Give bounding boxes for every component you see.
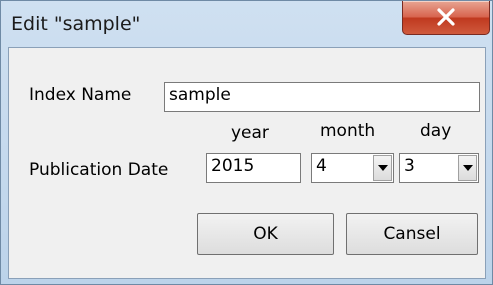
close-button[interactable]: [402, 1, 490, 35]
dialog-title: Edit "sample": [11, 13, 141, 35]
edit-dialog: Edit "sample" Index Name sample year mon…: [0, 0, 493, 285]
cancel-button[interactable]: Cansel: [346, 213, 478, 255]
year-input[interactable]: 2015: [206, 153, 301, 183]
day-header: day: [420, 121, 452, 141]
day-select-value: 3: [404, 156, 415, 176]
chevron-down-icon: [378, 165, 388, 171]
month-select-value: 4: [316, 156, 327, 176]
dialog-body: Index Name sample year month day Publica…: [8, 47, 486, 279]
publication-date-label: Publication Date: [29, 160, 169, 180]
month-header: month: [320, 121, 376, 141]
month-dropdown-button[interactable]: [373, 155, 392, 181]
close-icon: [437, 8, 455, 26]
ok-button[interactable]: OK: [197, 213, 334, 255]
day-select[interactable]: 3: [399, 153, 479, 183]
index-name-input[interactable]: sample: [164, 82, 480, 112]
month-select[interactable]: 4: [311, 153, 394, 183]
index-name-label: Index Name: [29, 85, 132, 105]
chevron-down-icon: [463, 165, 473, 171]
day-dropdown-button[interactable]: [458, 155, 477, 181]
year-header: year: [231, 123, 269, 143]
